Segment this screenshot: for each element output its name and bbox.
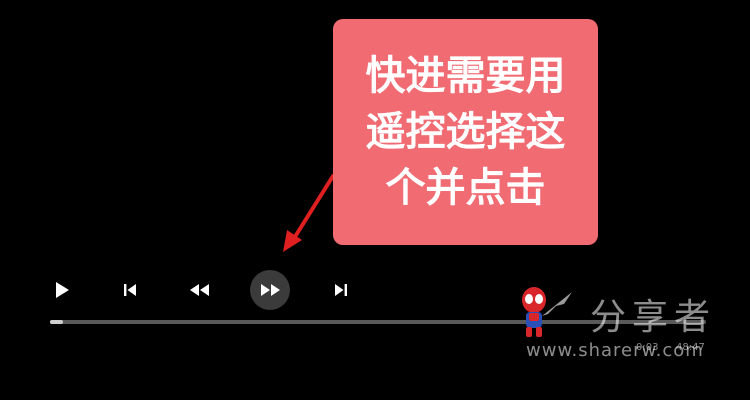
skip-next-icon [335, 284, 347, 296]
skip-previous-icon [124, 284, 136, 296]
callout-line-3: 个并点击 [385, 165, 546, 211]
play-button[interactable] [42, 270, 82, 310]
previous-button[interactable] [110, 270, 150, 310]
callout-line-1: 快进需要用 [365, 53, 566, 99]
watermark-title: 分享者 [590, 297, 717, 338]
video-player: 0:03 48:47 快进需要用 遥控选择这 个并点击 分享者 www.shar… [0, 0, 750, 400]
play-icon [56, 282, 69, 298]
fast-forward-icon [261, 284, 280, 296]
callout-line-2: 遥控选择这 [365, 109, 566, 155]
watermark: 分享者 www.sharerw.com [512, 280, 742, 375]
fast-forward-button[interactable] [250, 270, 290, 310]
watermark-url: www.sharerw.com [526, 340, 704, 361]
instruction-callout: 快进需要用 遥控选择这 个并点击 [333, 19, 598, 245]
seek-bar-played [50, 320, 64, 324]
rewind-button[interactable] [180, 270, 220, 310]
rewind-icon [190, 284, 209, 296]
spiderman-mascot-icon [522, 287, 572, 337]
next-button[interactable] [321, 270, 361, 310]
